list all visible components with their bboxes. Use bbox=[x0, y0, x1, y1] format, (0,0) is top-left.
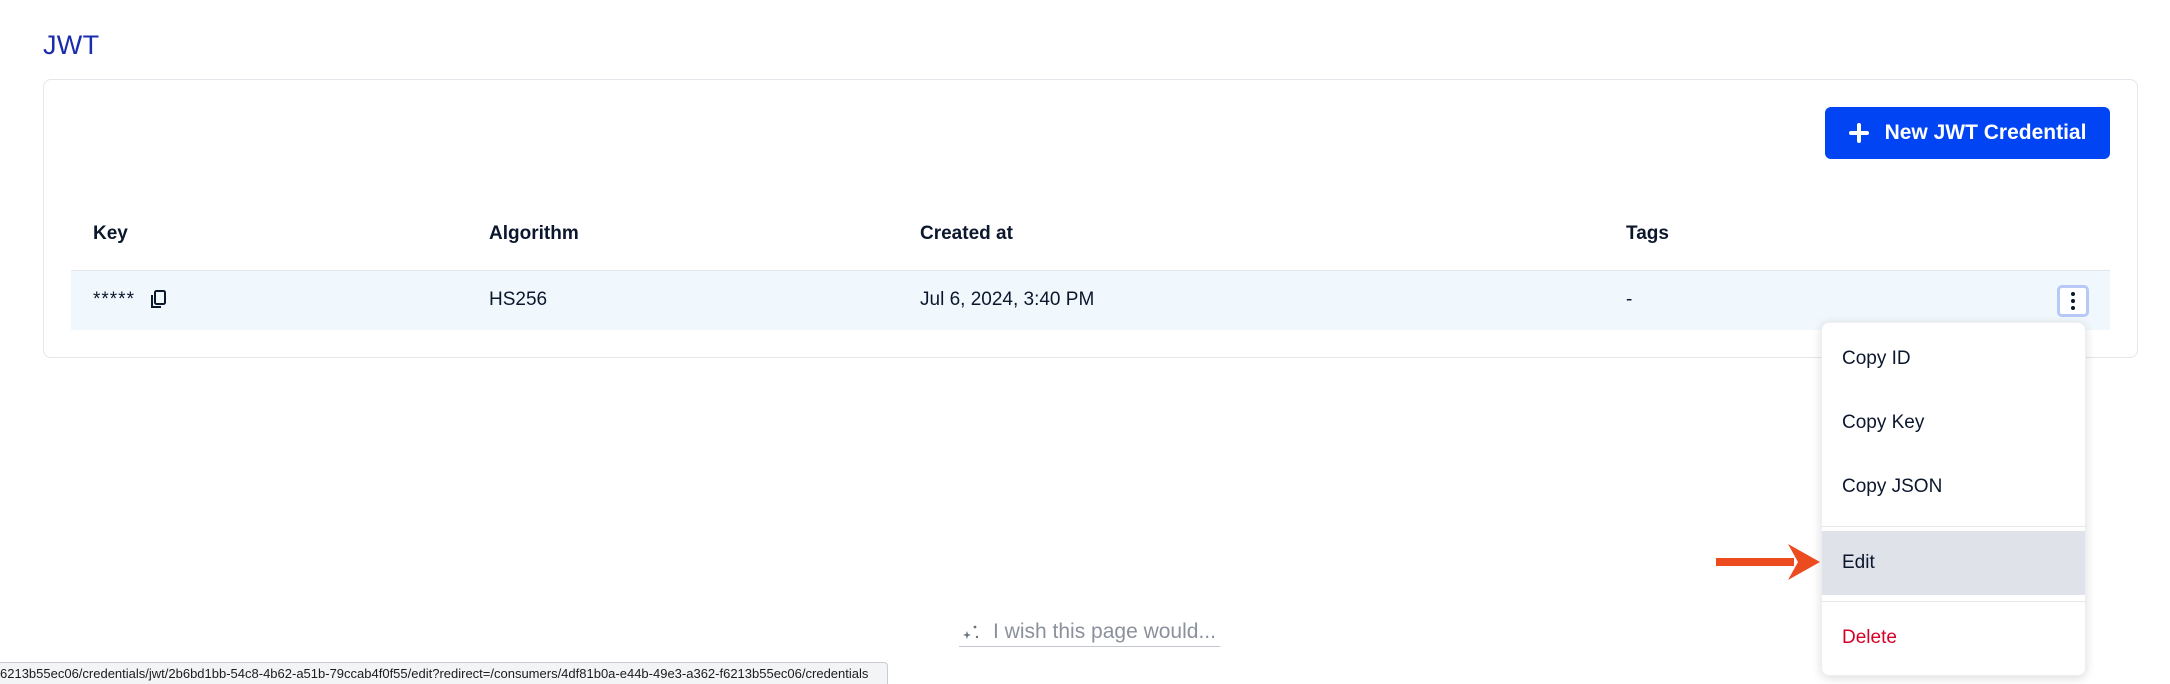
kebab-dot bbox=[2071, 292, 2075, 296]
new-jwt-credential-label: New JWT Credential bbox=[1884, 121, 2087, 144]
menu-item-copy-key[interactable]: Copy Key bbox=[1822, 392, 2085, 454]
pointer-arrow-icon bbox=[1716, 544, 1820, 580]
menu-item-copy-id[interactable]: Copy ID bbox=[1822, 328, 2085, 390]
menu-item-copy-json[interactable]: Copy JSON bbox=[1822, 456, 2085, 518]
new-jwt-credential-button[interactable]: New JWT Credential bbox=[1825, 107, 2110, 159]
column-header-key[interactable]: Key bbox=[93, 223, 128, 245]
menu-divider bbox=[1822, 601, 2085, 602]
sparkle-icon bbox=[963, 625, 979, 639]
plus-icon bbox=[1848, 123, 1869, 143]
created-at-value: Jul 6, 2024, 3:40 PM bbox=[920, 289, 1095, 310]
menu-divider bbox=[1822, 526, 2085, 527]
menu-item-delete[interactable]: Delete bbox=[1822, 607, 2085, 669]
row-actions-menu: Copy ID Copy Key Copy JSON Edit Delete bbox=[1821, 322, 2086, 676]
wish-input[interactable]: I wish this page would... bbox=[959, 617, 1220, 647]
key-value: ***** bbox=[93, 289, 135, 310]
column-header-algorithm[interactable]: Algorithm bbox=[489, 223, 579, 245]
menu-item-edit[interactable]: Edit bbox=[1822, 531, 2085, 595]
column-header-created-at[interactable]: Created at bbox=[920, 223, 1013, 245]
column-header-tags[interactable]: Tags bbox=[1626, 223, 1669, 245]
row-actions-kebab-button[interactable] bbox=[2057, 285, 2089, 317]
tags-value: - bbox=[1626, 289, 1633, 310]
algorithm-value: HS256 bbox=[489, 289, 548, 310]
copy-icon[interactable] bbox=[150, 290, 167, 309]
section-title: JWT bbox=[43, 30, 100, 60]
status-bar-url: 6213b55ec06/credentials/jwt/2b6bd1bb-54c… bbox=[0, 662, 888, 684]
kebab-dot bbox=[2071, 299, 2075, 303]
kebab-dot bbox=[2071, 306, 2075, 310]
wish-placeholder: I wish this page would... bbox=[993, 619, 1216, 643]
